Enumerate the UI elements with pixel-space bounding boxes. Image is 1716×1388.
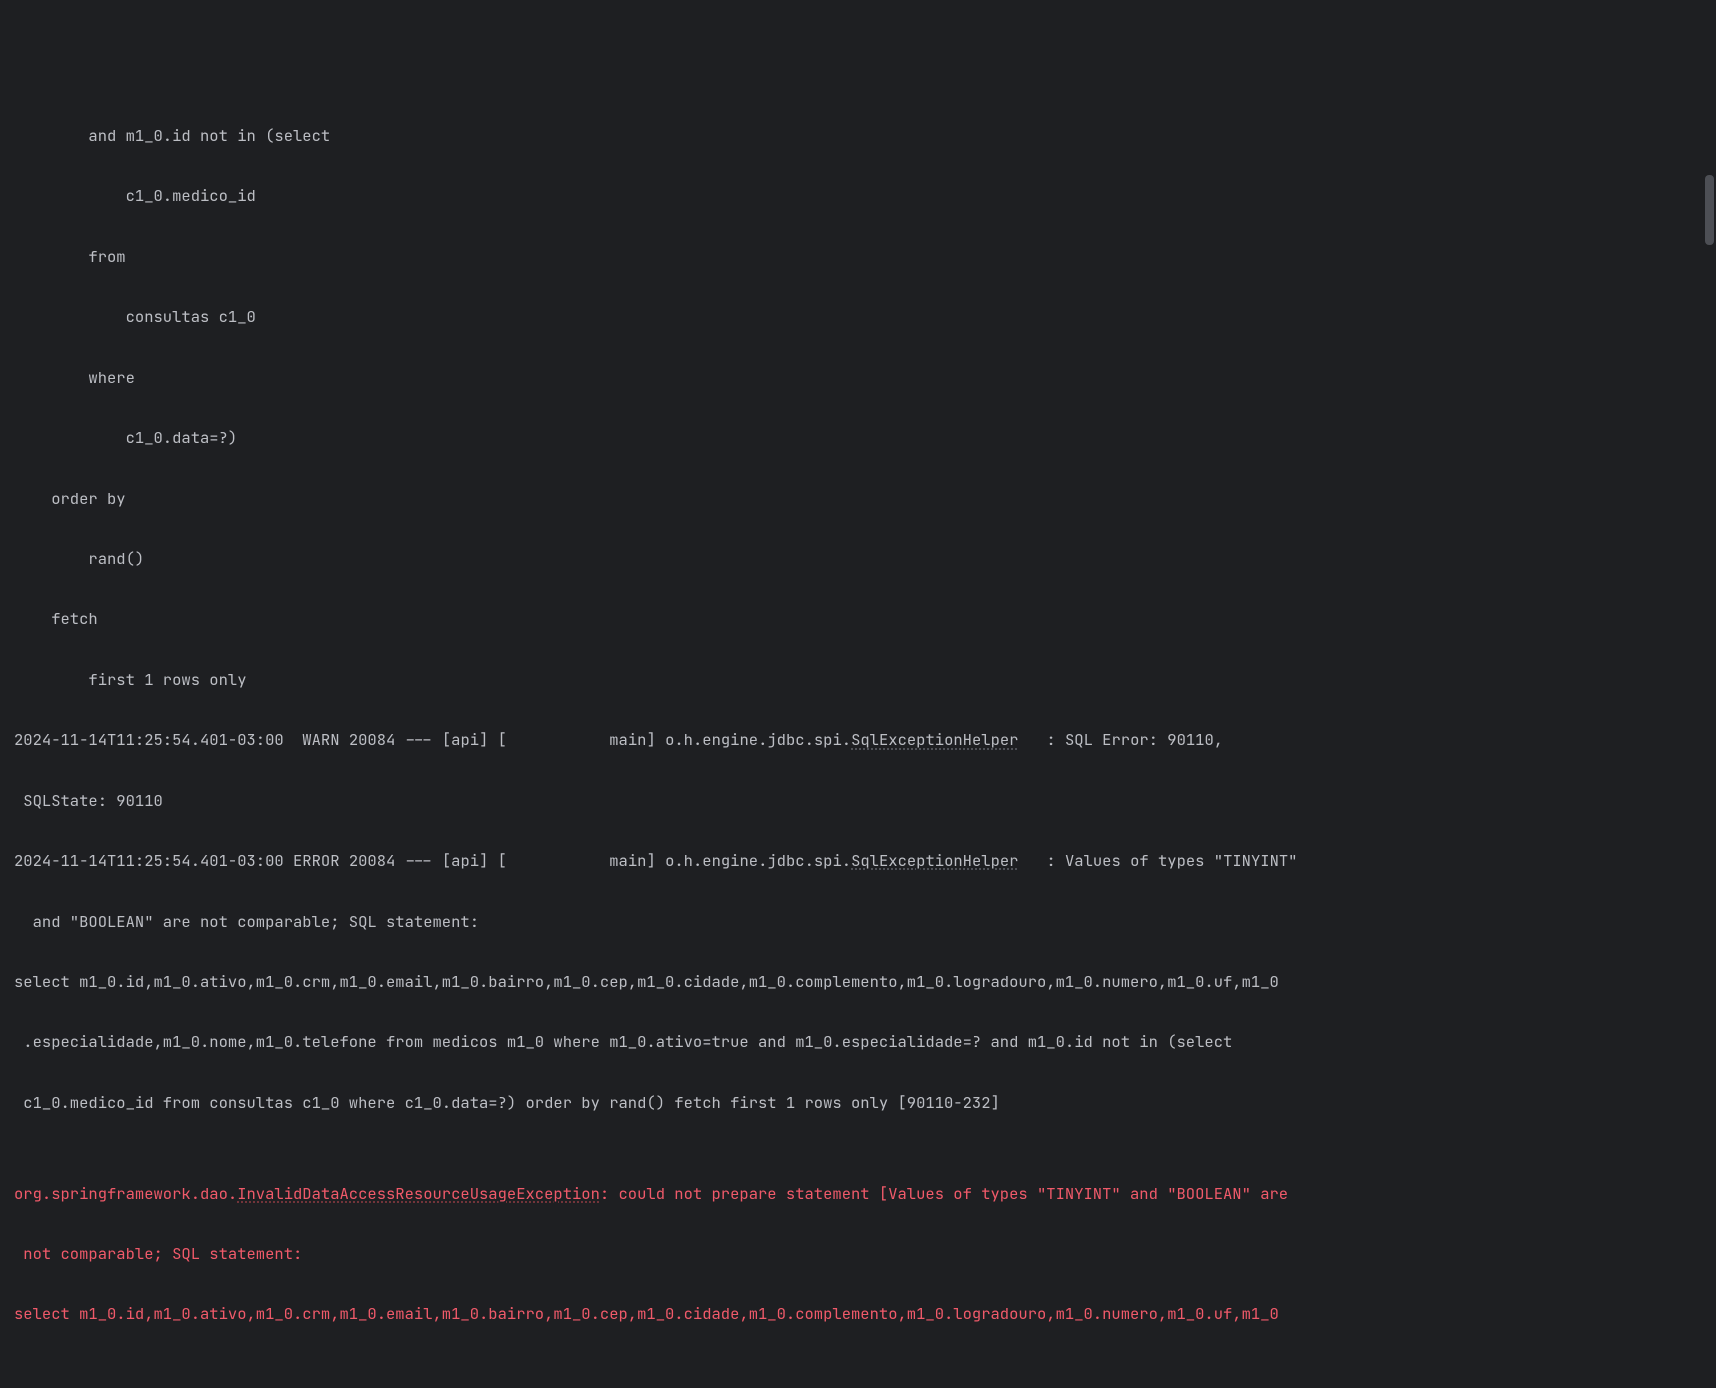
log-app: [api] [442,850,498,871]
warn-log-line[interactable]: 2024-11-14T11:25:54.401-03:00 WARN 20084… [14,725,1702,755]
logger-class: SqlExceptionHelper [851,850,1018,871]
error-log-line[interactable]: 2024-11-14T11:25:54.401-03:00 ERROR 2008… [14,846,1702,876]
sql-line[interactable]: order by [14,484,1702,514]
sql-line[interactable]: c1_0.data=?) [14,423,1702,453]
log-timestamp: 2024-11-14T11:25:54.401-03:00 [14,850,284,871]
sql-line[interactable]: and m1_0.id not in (select [14,121,1702,151]
exception-class: InvalidDataAccessResourceUsageException [237,1183,600,1204]
sql-line[interactable]: first 1 rows only [14,665,1702,695]
exception-package: org.springframework.dao. [14,1183,237,1204]
vertical-scrollbar-thumb[interactable] [1705,175,1714,245]
sql-line[interactable]: rand() [14,544,1702,574]
log-thread: [ main] [498,850,665,871]
log-thread: [ main] [498,729,665,750]
log-sep: --- [395,729,442,750]
sql-line[interactable]: where [14,363,1702,393]
sql-line[interactable]: consultas c1_0 [14,302,1702,332]
logger-class: SqlExceptionHelper [851,729,1018,750]
sql-statement-line[interactable]: select m1_0.id,m1_0.ativo,m1_0.crm,m1_0.… [14,967,1702,997]
exception-wrap[interactable]: not comparable; SQL statement: [14,1239,1702,1269]
log-message: : Values of types "TINYINT" [1018,850,1297,871]
log-message: : SQL Error: 90110, [1018,729,1223,750]
error-log-wrap[interactable]: and "BOOLEAN" are not comparable; SQL st… [14,907,1702,937]
log-pid: 20084 [349,729,396,750]
logger-prefix: o.h.engine.jdbc.spi. [665,850,851,871]
log-timestamp: 2024-11-14T11:25:54.401-03:00 [14,729,284,750]
log-level-warn: WARN [284,729,349,750]
exception-line[interactable]: org.springframework.dao.InvalidDataAcces… [14,1179,1702,1209]
sql-line[interactable]: c1_0.medico_id [14,181,1702,211]
exception-sql-line[interactable]: select m1_0.id,m1_0.ativo,m1_0.crm,m1_0.… [14,1299,1702,1329]
sql-statement-line[interactable]: .especialidade,m1_0.nome,m1_0.telefone f… [14,1027,1702,1057]
sql-statement-line[interactable]: c1_0.medico_id from consultas c1_0 where… [14,1088,1702,1118]
sql-line[interactable]: from [14,242,1702,272]
log-pid: 20084 [349,850,396,871]
warn-log-wrap[interactable]: SQLState: 90110 [14,786,1702,816]
sql-line[interactable]: fetch [14,604,1702,634]
log-level-error: ERROR [284,850,349,871]
log-sep: --- [395,850,442,871]
exception-message: : could not prepare statement [Values of… [600,1183,1288,1204]
log-app: [api] [442,729,498,750]
logger-prefix: o.h.engine.jdbc.spi. [665,729,851,750]
